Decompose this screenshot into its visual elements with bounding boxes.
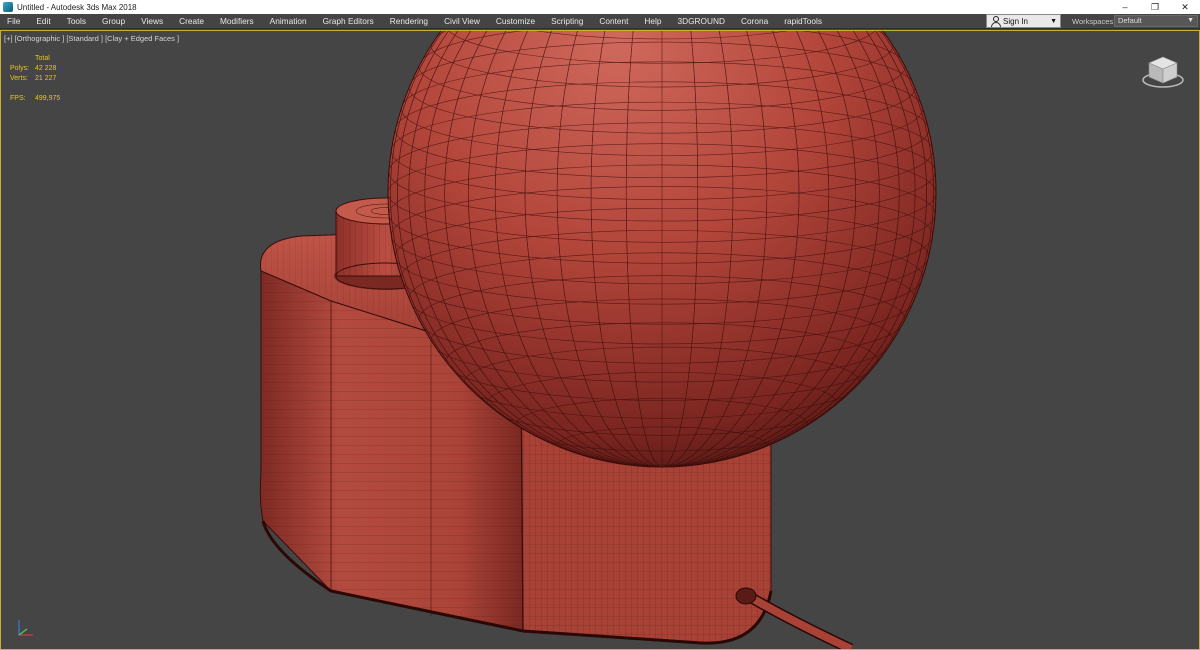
- menu-rapidtools[interactable]: rapidTools: [776, 14, 830, 29]
- menu-rendering[interactable]: Rendering: [382, 14, 436, 29]
- fps-label: FPS:: [10, 95, 26, 102]
- workspace-value: Default: [1118, 16, 1142, 25]
- menu-3dground[interactable]: 3DGROUND: [670, 14, 733, 29]
- fps-value: 499,975: [35, 95, 61, 102]
- menu-group[interactable]: Group: [94, 14, 133, 29]
- app-icon: [3, 2, 13, 12]
- polys-label: Polys:: [10, 65, 30, 72]
- axis-tripod-icon: [18, 620, 33, 636]
- menu-animation[interactable]: Animation: [262, 14, 315, 29]
- chevron-down-icon: ▼: [1187, 17, 1194, 24]
- viewport-statistics: Total Polys: 42 228 Verts: 21 227 FPS: 499,…: [10, 54, 60, 104]
- close-button[interactable]: ✕: [1170, 0, 1200, 14]
- sign-in-button[interactable]: Sign In ▼: [986, 14, 1061, 28]
- title-bar: Untitled - Autodesk 3ds Max 2018 – ❐ ✕: [0, 0, 1200, 14]
- restore-icon: ❐: [1150, 1, 1160, 12]
- viewport-label[interactable]: [+] [Orthographic ] [Standard ] [Clay + …: [4, 34, 179, 43]
- stats-header: Total: [35, 55, 50, 62]
- window-title: Untitled - Autodesk 3ds Max 2018: [17, 2, 137, 12]
- menu-file[interactable]: File: [0, 14, 28, 29]
- restore-button[interactable]: ❐: [1140, 0, 1170, 14]
- menu-create[interactable]: Create: [171, 14, 212, 29]
- menu-edit[interactable]: Edit: [28, 14, 58, 29]
- menu-civil-view[interactable]: Civil View: [436, 14, 488, 29]
- menu-content[interactable]: Content: [591, 14, 636, 29]
- menu-graph-editors[interactable]: Graph Editors: [315, 14, 382, 29]
- menu-views[interactable]: Views: [133, 14, 171, 29]
- workspaces-label: Workspaces:: [1072, 17, 1116, 26]
- viewcube-icon[interactable]: [1141, 53, 1185, 89]
- verts-label: Verts:: [10, 75, 28, 82]
- minimize-icon: –: [1122, 2, 1128, 12]
- menu-modifiers[interactable]: Modifiers: [212, 14, 262, 29]
- close-icon: ✕: [1181, 1, 1189, 12]
- menu-scripting[interactable]: Scripting: [543, 14, 591, 29]
- menu-help[interactable]: Help: [636, 14, 669, 29]
- scene-render: [259, 31, 937, 649]
- verts-value: 21 227: [35, 75, 57, 82]
- user-icon: [990, 16, 1001, 27]
- menu-customize[interactable]: Customize: [488, 14, 543, 29]
- viewport-orthographic[interactable]: [+] [Orthographic ] [Standard ] [Clay + …: [0, 30, 1200, 650]
- window-controls: – ❐ ✕: [1110, 0, 1200, 14]
- menu-tools[interactable]: Tools: [59, 14, 94, 29]
- chevron-down-icon: ▼: [1050, 17, 1057, 25]
- minimize-button[interactable]: –: [1110, 0, 1140, 14]
- sign-in-label: Sign In: [1003, 16, 1028, 26]
- polys-value: 42 228: [35, 65, 57, 72]
- menu-corona[interactable]: Corona: [733, 14, 776, 29]
- workspaces-select[interactable]: Default ▼: [1114, 15, 1198, 27]
